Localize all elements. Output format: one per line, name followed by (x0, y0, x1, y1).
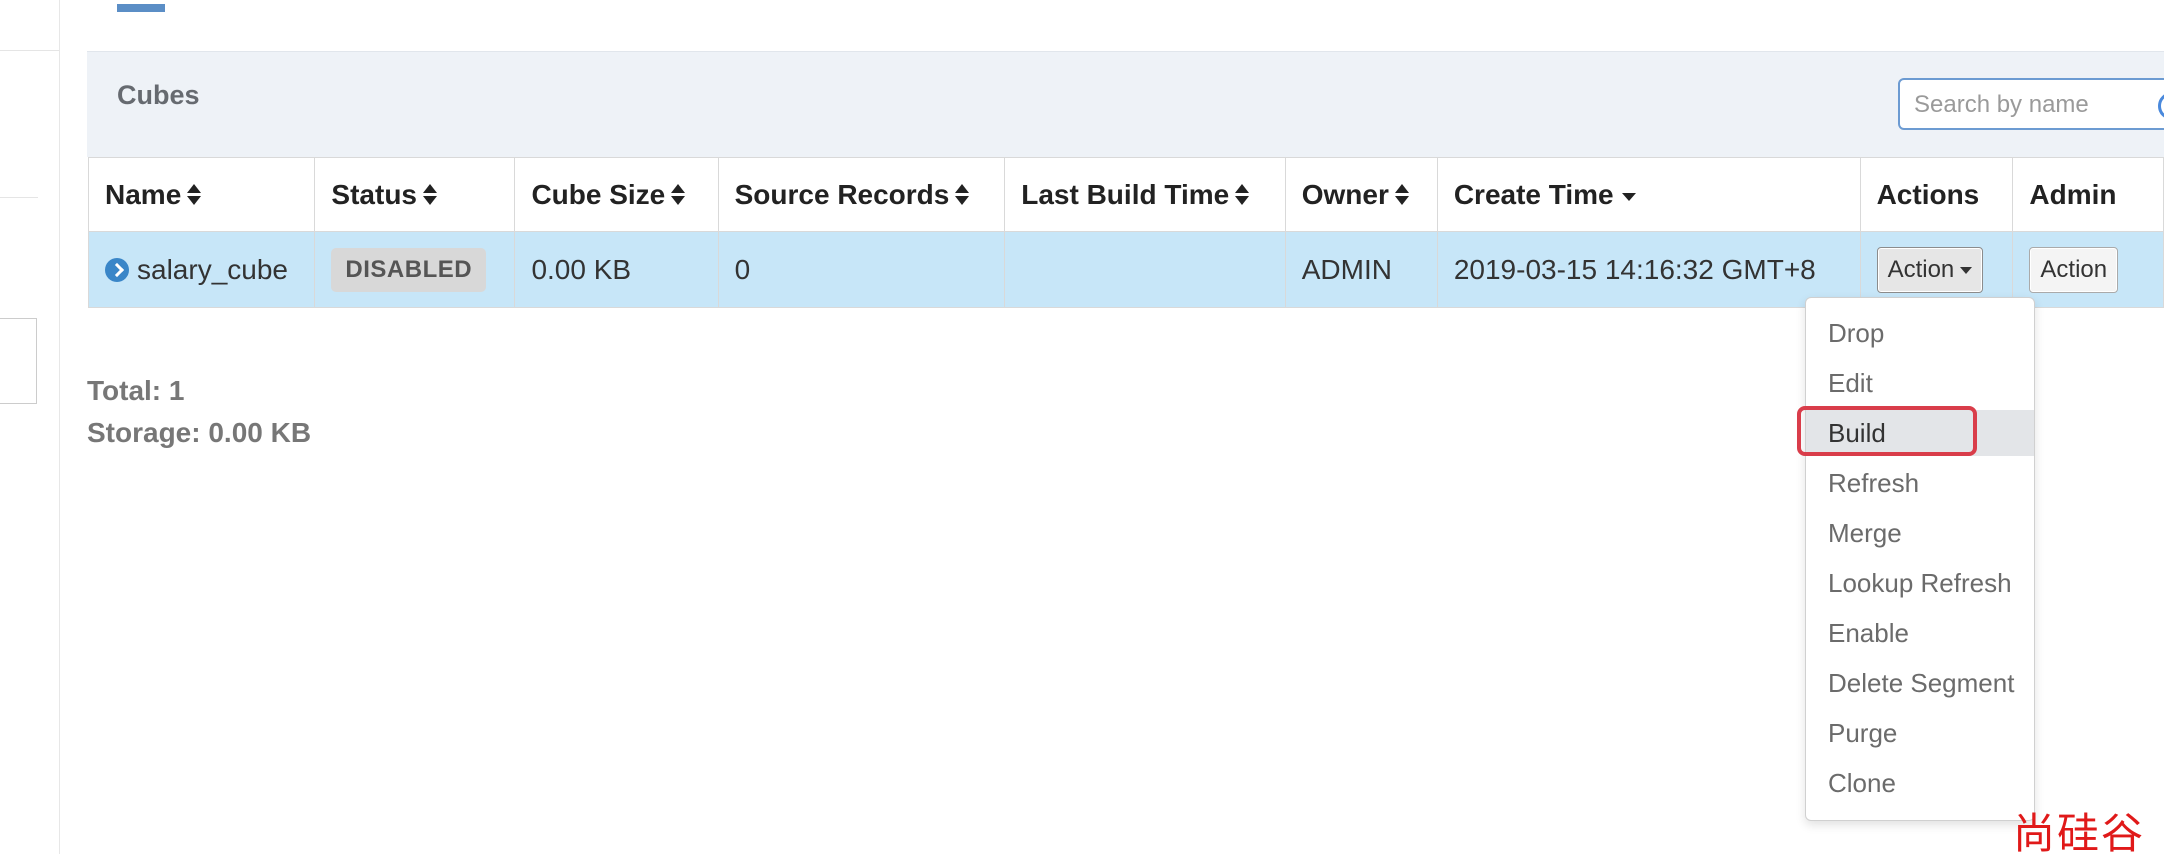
cell-source-records: 0 (717, 231, 1006, 308)
cell-name[interactable]: salary_cube (87, 231, 316, 308)
total-count: Total: 1 (87, 375, 185, 406)
status-badge: DISABLED (331, 247, 487, 292)
sort-icon[interactable] (955, 183, 970, 207)
column-label: Last Build Time (1021, 178, 1230, 210)
menu-item-enable[interactable]: Enable (1806, 610, 2034, 656)
menu-item-refresh[interactable]: Refresh (1806, 460, 2034, 506)
column-header-cube-size[interactable]: Cube Size (514, 157, 719, 232)
menu-item-purge[interactable]: Purge (1806, 710, 2034, 756)
column-label: Name (105, 178, 182, 210)
highlight-annotation-box (1797, 406, 1977, 456)
search-box[interactable] (1898, 78, 2164, 130)
left-sidebar (0, 0, 60, 854)
watermark: 尚硅谷 (2013, 809, 2146, 858)
cell-create-time: 2019-03-15 14:16:32 GMT+8 (1436, 231, 1861, 308)
table-header-row: Name Status Cube Size Source Records Las… (87, 157, 2164, 232)
sort-icon[interactable] (671, 183, 686, 207)
column-header-status[interactable]: Status (314, 157, 516, 232)
column-header-last-build-time[interactable]: Last Build Time (1004, 157, 1286, 232)
column-header-source-records[interactable]: Source Records (717, 157, 1006, 232)
sidebar-divider (0, 50, 59, 51)
menu-item-lookup-refresh[interactable]: Lookup Refresh (1806, 560, 2034, 606)
active-tab-indicator (117, 4, 165, 12)
cell-admin: Action (2012, 231, 2164, 308)
storage-size: Storage: 0.00 KB (87, 417, 312, 448)
panel-title: Cubes (117, 80, 200, 110)
action-button-label: Action (1887, 255, 1955, 283)
expand-row-icon[interactable] (105, 257, 129, 282)
column-header-create-time[interactable]: Create Time (1436, 157, 1861, 232)
column-header-name[interactable]: Name (87, 157, 316, 232)
admin-action-button[interactable]: Action (2029, 246, 2119, 293)
search-input[interactable] (1912, 90, 2156, 120)
column-label: Cube Size (531, 178, 666, 210)
cubes-panel-header (87, 51, 2164, 157)
caret-down-icon (1960, 266, 1973, 274)
column-label: Actions (1876, 178, 1980, 210)
sidebar-box (0, 318, 37, 404)
column-header-owner[interactable]: Owner (1284, 157, 1438, 232)
sort-icon[interactable] (187, 183, 202, 207)
column-header-admin: Admin (2012, 157, 2164, 232)
admin-action-label: Action (2040, 255, 2108, 283)
sort-desc-icon[interactable] (1621, 192, 1636, 201)
menu-item-delete-segment[interactable]: Delete Segment (1806, 660, 2034, 706)
menu-item-drop[interactable]: Drop (1806, 310, 2034, 356)
cubes-table: Name Status Cube Size Source Records Las… (87, 157, 2164, 308)
sidebar-divider (0, 197, 38, 198)
search-icon[interactable] (2158, 92, 2164, 120)
sort-icon[interactable] (1235, 183, 1250, 207)
column-label: Create Time (1453, 178, 1614, 210)
cell-last-build-time (1004, 231, 1286, 308)
cell-status: DISABLED (314, 231, 516, 308)
action-dropdown-menu: Drop Edit Build Refresh Merge Lookup Ref… (1805, 297, 2035, 821)
menu-item-edit[interactable]: Edit (1806, 360, 2034, 406)
cube-name: salary_cube (137, 253, 288, 285)
column-label: Status (331, 178, 417, 210)
column-label: Owner (1301, 178, 1389, 210)
action-dropdown-button[interactable]: Action (1876, 246, 1984, 293)
sort-icon[interactable] (423, 183, 437, 207)
column-header-actions: Actions (1859, 157, 2014, 232)
menu-item-merge[interactable]: Merge (1806, 510, 2034, 556)
cell-cube-size: 0.00 KB (514, 231, 719, 308)
column-label: Source Records (734, 178, 950, 210)
column-label: Admin (2029, 178, 2117, 210)
cell-owner: ADMIN (1284, 231, 1438, 308)
menu-item-clone[interactable]: Clone (1806, 760, 2034, 806)
sort-icon[interactable] (1394, 183, 1409, 207)
